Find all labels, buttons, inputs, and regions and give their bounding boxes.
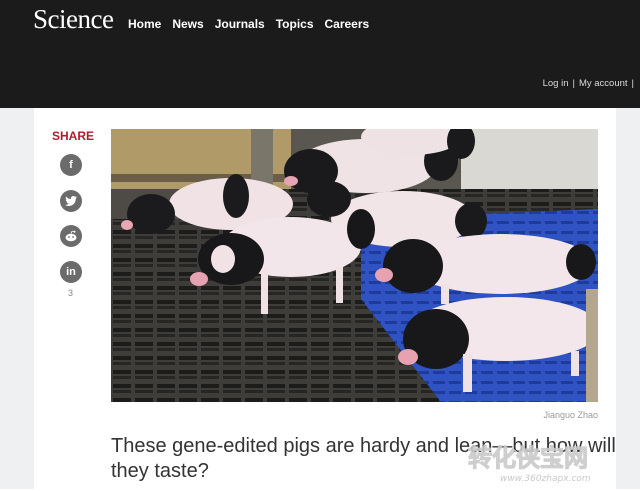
site-header: Science Home News Journals Topics Career… xyxy=(0,0,640,108)
my-account-link[interactable]: My account xyxy=(579,78,628,89)
photo-credit: Jianguo Zhao xyxy=(543,410,598,420)
right-gutter xyxy=(616,108,640,489)
twitter-bird xyxy=(65,196,77,206)
linkedin-icon[interactable]: in xyxy=(60,261,82,283)
watermark-line2: www.360zhapx.com xyxy=(500,474,591,484)
left-gutter xyxy=(0,108,34,489)
reddit-icon[interactable] xyxy=(60,225,82,247)
separator: | xyxy=(631,78,634,89)
main-nav: Home News Journals Topics Careers xyxy=(128,17,369,31)
site-watermark: 转化侠宝网 www.360zhapx.com xyxy=(462,440,632,486)
nav-home[interactable]: Home xyxy=(128,17,161,31)
twitter-icon[interactable] xyxy=(60,190,82,212)
share-count: 3 xyxy=(68,288,74,298)
nav-careers[interactable]: Careers xyxy=(325,17,370,31)
linkedin-glyph: in xyxy=(66,266,76,278)
piglets-photo xyxy=(111,129,598,402)
login-link[interactable]: Log in xyxy=(543,78,569,89)
account-links: Log in | My account | xyxy=(543,78,634,89)
facebook-icon[interactable]: f xyxy=(60,154,82,176)
article-photo xyxy=(111,129,598,402)
science-logo[interactable]: Science xyxy=(33,4,114,35)
nav-news[interactable]: News xyxy=(172,17,203,31)
share-title: SHARE xyxy=(52,129,95,143)
share-sidebar: SHARE f in 3 xyxy=(34,108,110,489)
reddit-alien xyxy=(65,230,77,242)
facebook-glyph: f xyxy=(69,159,73,171)
watermark-logo: 转化侠宝网 www.360zhapx.com xyxy=(468,444,591,485)
nav-journals[interactable]: Journals xyxy=(215,17,265,31)
nav-topics[interactable]: Topics xyxy=(276,17,314,31)
watermark-line1: 转化侠宝网 xyxy=(468,444,588,472)
separator: | xyxy=(572,78,575,89)
